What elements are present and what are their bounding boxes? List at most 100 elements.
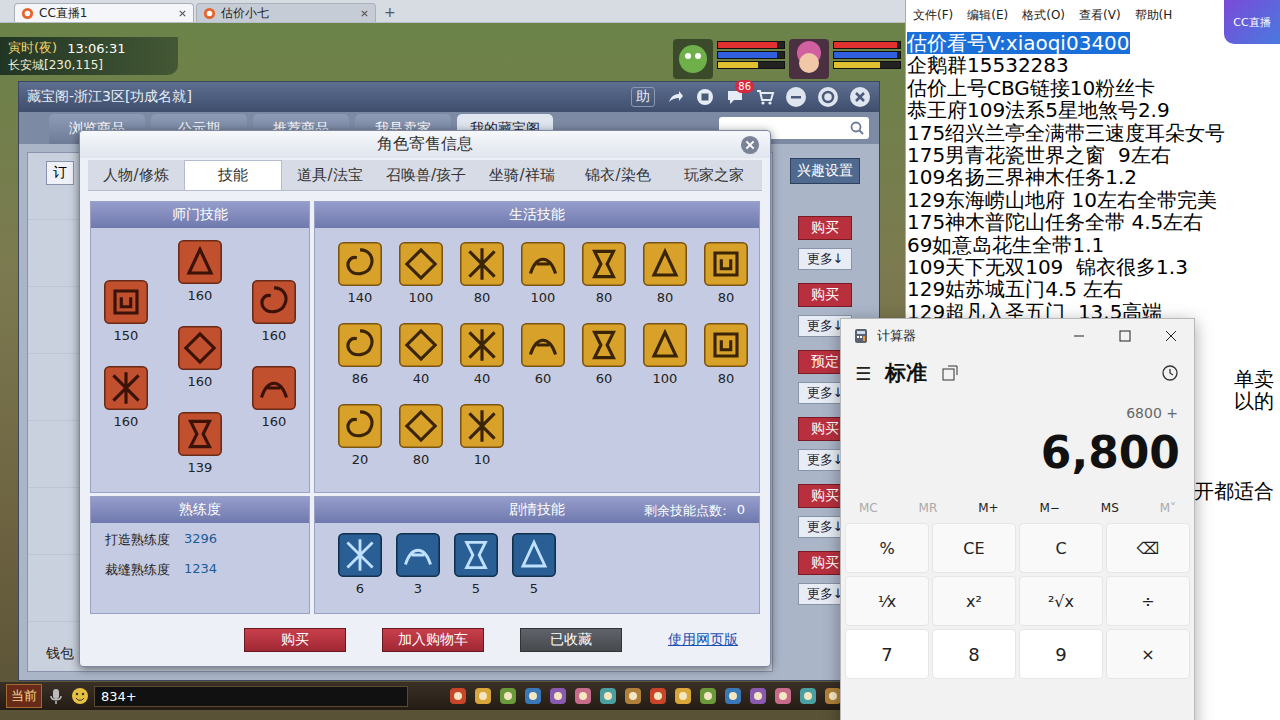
menu-button[interactable]: ☰ bbox=[855, 363, 871, 384]
calc-key[interactable]: × bbox=[1106, 629, 1190, 679]
close-tab-icon[interactable] bbox=[178, 9, 187, 18]
shortcut-icon[interactable] bbox=[598, 686, 618, 706]
calc-key[interactable]: CE bbox=[932, 523, 1016, 573]
story-skill[interactable]: 5 bbox=[509, 533, 559, 597]
shortcut-icon[interactable] bbox=[498, 686, 518, 706]
chat-channel[interactable]: 当前 bbox=[6, 684, 42, 708]
share-icon[interactable] bbox=[665, 87, 685, 107]
gear-icon[interactable] bbox=[817, 86, 839, 108]
life-skill[interactable]: 140 bbox=[335, 242, 385, 306]
shortcut-icon[interactable] bbox=[448, 686, 468, 706]
life-skill[interactable]: 10 bbox=[457, 404, 507, 468]
life-skill[interactable]: 40 bbox=[396, 323, 446, 387]
school-skill[interactable]: 160 bbox=[101, 366, 151, 430]
player-avatar-icon[interactable] bbox=[789, 39, 829, 79]
shortcut-icon[interactable] bbox=[748, 686, 768, 706]
more-button[interactable]: 更多↓ bbox=[798, 248, 853, 270]
calc-key[interactable]: 7 bbox=[845, 629, 929, 679]
life-skill[interactable]: 80 bbox=[579, 242, 629, 306]
life-skill[interactable]: 60 bbox=[579, 323, 629, 387]
shortcut-icon[interactable] bbox=[798, 686, 818, 706]
close-icon[interactable] bbox=[740, 135, 760, 155]
calc-key[interactable]: ⌫ bbox=[1106, 523, 1190, 573]
memory-button[interactable]: M˅ bbox=[1160, 501, 1176, 515]
shortcut-icon[interactable] bbox=[548, 686, 568, 706]
dialog-button[interactable]: 已收藏 bbox=[520, 628, 622, 652]
shortcut-icon[interactable] bbox=[723, 686, 743, 706]
story-skill[interactable]: 5 bbox=[451, 533, 501, 597]
life-skill[interactable]: 80 bbox=[396, 404, 446, 468]
calc-key[interactable]: ²√x bbox=[1019, 576, 1103, 626]
menu-item[interactable]: 帮助(H bbox=[1135, 7, 1173, 24]
calc-key[interactable]: % bbox=[845, 523, 929, 573]
web-version-link[interactable]: 使用网页版 bbox=[668, 631, 738, 649]
dialog-tab[interactable]: 锦衣/染色 bbox=[570, 160, 666, 190]
shortcut-icon[interactable] bbox=[473, 686, 493, 706]
story-skill[interactable]: 6 bbox=[335, 533, 385, 597]
menu-item[interactable]: 格式(O) bbox=[1022, 7, 1065, 24]
life-skill[interactable]: 80 bbox=[701, 323, 751, 387]
dialog-tab[interactable]: 玩家之家 bbox=[666, 160, 762, 190]
minimize-icon[interactable] bbox=[785, 86, 807, 108]
shortcut-icon[interactable] bbox=[573, 686, 593, 706]
shortcut-icon[interactable] bbox=[698, 686, 718, 706]
shortcut-icon[interactable] bbox=[773, 686, 793, 706]
buy-button[interactable]: 购买 bbox=[798, 283, 852, 307]
memory-button[interactable]: M− bbox=[1039, 501, 1059, 515]
life-skill[interactable]: 80 bbox=[701, 242, 751, 306]
cart-icon[interactable] bbox=[755, 87, 775, 107]
life-skill[interactable]: 40 bbox=[457, 323, 507, 387]
calc-key[interactable]: 8 bbox=[932, 629, 1016, 679]
calc-key[interactable]: 9 bbox=[1019, 629, 1103, 679]
dialog-button[interactable]: 购买 bbox=[244, 628, 346, 652]
chat-input[interactable]: 834+ bbox=[94, 686, 408, 707]
buy-button[interactable]: 购买 bbox=[798, 216, 852, 240]
life-skill[interactable]: 80 bbox=[457, 242, 507, 306]
interest-settings-button[interactable]: 兴趣设置 bbox=[790, 158, 860, 184]
school-skill[interactable]: 160 bbox=[175, 240, 225, 304]
menu-item[interactable]: 文件(F) bbox=[913, 7, 953, 24]
dialog-tab[interactable]: 坐骑/祥瑞 bbox=[474, 160, 570, 190]
microphone-icon[interactable] bbox=[46, 686, 66, 706]
shortcut-icon[interactable] bbox=[648, 686, 668, 706]
dialog-tab[interactable]: 道具/法宝 bbox=[282, 160, 378, 190]
dialog-tab[interactable]: 召唤兽/孩子 bbox=[378, 160, 474, 190]
school-skill[interactable]: 150 bbox=[101, 280, 151, 344]
calc-key[interactable]: ÷ bbox=[1106, 576, 1190, 626]
filter-button[interactable]: 订 bbox=[46, 161, 74, 185]
life-skill[interactable]: 86 bbox=[335, 323, 385, 387]
pet-avatar-icon[interactable] bbox=[673, 39, 713, 79]
memory-button[interactable]: MS bbox=[1101, 501, 1119, 515]
browser-tab[interactable]: CC直播1 bbox=[14, 3, 194, 22]
school-skill[interactable]: 160 bbox=[249, 280, 299, 344]
dialog-button[interactable]: 加入购物车 bbox=[382, 628, 484, 652]
dialog-tab[interactable]: 技能 bbox=[184, 160, 282, 190]
keep-on-top-icon[interactable] bbox=[941, 364, 959, 382]
history-icon[interactable] bbox=[1160, 363, 1180, 383]
close-icon[interactable] bbox=[1148, 321, 1194, 351]
calc-key[interactable]: C bbox=[1019, 523, 1103, 573]
life-skill[interactable]: 80 bbox=[640, 242, 690, 306]
calc-key[interactable]: x² bbox=[932, 576, 1016, 626]
memory-button[interactable]: M+ bbox=[978, 501, 998, 515]
help-button[interactable]: 助 bbox=[631, 87, 655, 107]
school-skill[interactable]: 160 bbox=[249, 366, 299, 430]
calc-key[interactable]: ¹⁄x bbox=[845, 576, 929, 626]
emoji-icon[interactable] bbox=[70, 686, 90, 706]
story-skill[interactable]: 3 bbox=[393, 533, 443, 597]
life-skill[interactable]: 100 bbox=[518, 242, 568, 306]
shortcut-icon[interactable] bbox=[623, 686, 643, 706]
maximize-icon[interactable] bbox=[1102, 321, 1148, 351]
memory-button[interactable]: MR bbox=[919, 501, 938, 515]
memory-button[interactable]: MC bbox=[859, 501, 878, 515]
school-skill[interactable]: 139 bbox=[175, 412, 225, 476]
shortcut-icon[interactable] bbox=[673, 686, 693, 706]
menu-item[interactable]: 查看(V) bbox=[1079, 7, 1121, 24]
school-skill[interactable]: 160 bbox=[175, 326, 225, 390]
browser-tab[interactable]: 估价小七 bbox=[196, 3, 376, 22]
close-icon[interactable] bbox=[849, 86, 871, 108]
minimize-icon[interactable] bbox=[1056, 321, 1102, 351]
stop-icon[interactable] bbox=[695, 87, 715, 107]
life-skill[interactable]: 100 bbox=[396, 242, 446, 306]
life-skill[interactable]: 20 bbox=[335, 404, 385, 468]
